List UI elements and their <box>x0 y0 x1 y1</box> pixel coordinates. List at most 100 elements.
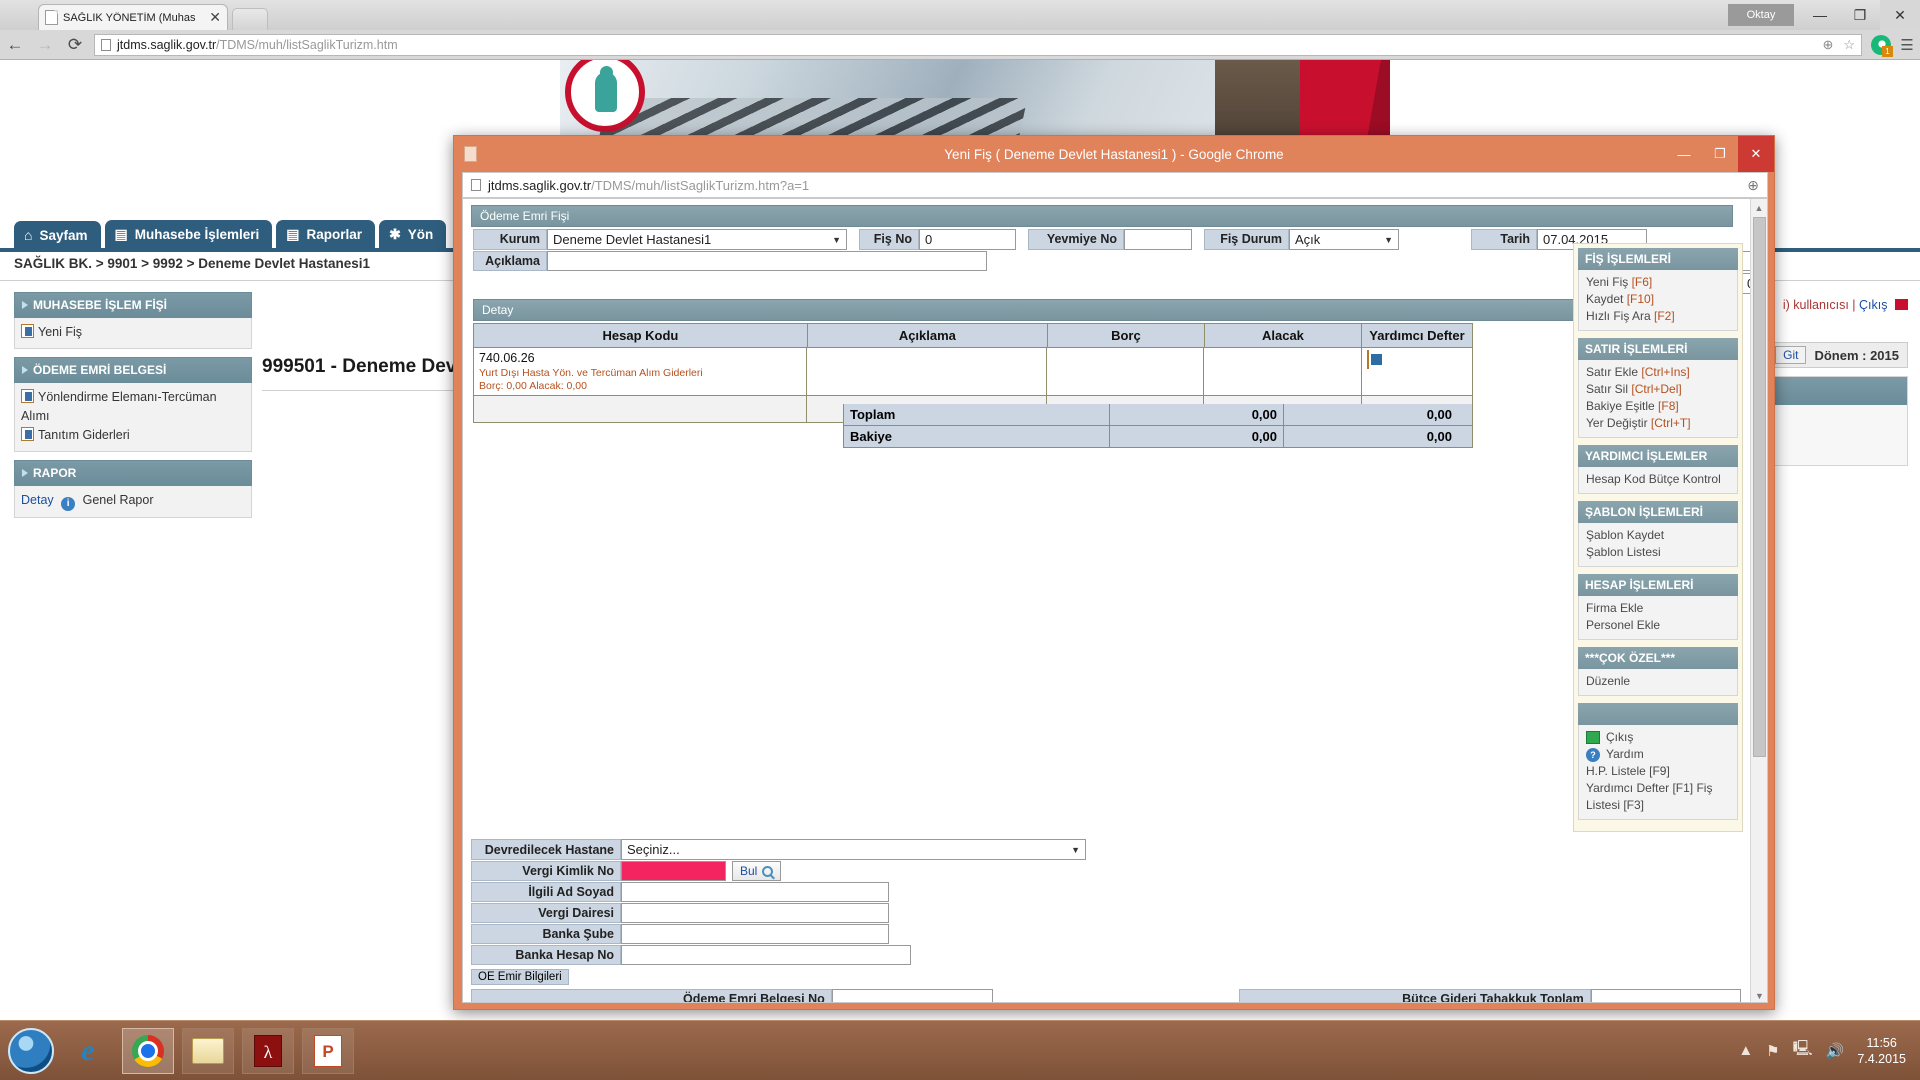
user-profile-button[interactable]: Oktay <box>1728 4 1794 26</box>
nav-tab-yonetim[interactable]: ✱ Yön <box>379 220 447 250</box>
menu-item-satir-ekle[interactable]: Satır Ekle [Ctrl+Ins] <box>1586 364 1730 381</box>
cell-yardimci-defter[interactable] <box>1362 348 1473 395</box>
git-button[interactable]: Git <box>1775 346 1807 364</box>
logout-link[interactable]: Çıkış <box>1859 298 1887 312</box>
ilgili-ad-soyad-input[interactable] <box>621 882 889 902</box>
menu-item-label: Satır Ekle <box>1586 365 1642 379</box>
vergi-dairesi-input[interactable] <box>621 903 889 923</box>
menu-item-kaydet[interactable]: Kaydet [F10] <box>1586 291 1730 308</box>
cell-hesap-kodu[interactable]: 740.06.26 Yurt Dışı Hasta Yön. ve Tercüm… <box>474 348 808 395</box>
cell-borc[interactable] <box>1047 348 1205 395</box>
chrome-menu-icon[interactable]: ☰ <box>1894 36 1920 54</box>
back-icon[interactable]: ← <box>0 35 30 55</box>
aciklama-input[interactable] <box>547 251 987 271</box>
kurum-select[interactable]: Deneme Devlet Hastanesi1 ▼ <box>547 229 847 250</box>
nav-tab-raporlar[interactable]: ▤ Raporlar <box>276 220 376 250</box>
browser-navbar: ← → ⟳ jtdms.saglik.gov.tr/TDMS/muh/listS… <box>0 30 1920 60</box>
minimize-icon[interactable]: — <box>1800 0 1840 30</box>
yevmiye-input[interactable] <box>1124 229 1192 250</box>
chevron-down-icon: ▼ <box>832 234 841 245</box>
menu-item-hesap-kod-butce-kontrol[interactable]: Hesap Kod Bütçe Kontrol <box>1586 471 1730 488</box>
fisno-input[interactable]: 0 <box>919 229 1016 250</box>
popup-scrollbar[interactable]: ▲ ▼ <box>1750 199 1767 1002</box>
table-row[interactable]: 740.06.26 Yurt Dışı Hasta Yön. ve Tercüm… <box>473 348 1473 396</box>
sidebar-item-tanitim-giderleri[interactable]: Tanıtım Giderleri <box>21 426 245 445</box>
menu-item-yer-degistir[interactable]: Yer Değiştir [Ctrl+T] <box>1586 415 1730 432</box>
menu-item-personel-ekle[interactable]: Personel Ekle <box>1586 617 1730 634</box>
popup-page-content: Ödeme Emri Fişi Kurum Deneme Devlet Hast… <box>462 198 1768 1003</box>
info-icon[interactable]: i <box>61 497 76 511</box>
taskbar-item-internet-explorer[interactable]: e <box>62 1028 114 1074</box>
banka-sube-input[interactable] <box>621 924 889 944</box>
sidebar-section-body: Yönlendirme Elemanı-Tercüman Alımı Tanıt… <box>14 383 252 452</box>
sidebar-link-detay[interactable]: Detay <box>21 493 54 507</box>
new-tab-button[interactable] <box>232 8 268 30</box>
nav-tab-muhasebe-islemleri[interactable]: ▤ Muhasebe İşlemleri <box>104 220 273 250</box>
show-hidden-icons-icon[interactable]: ▲ <box>1738 1042 1753 1059</box>
browser-tab[interactable]: SAĞLIK YÖNETİM (Muhas ✕ <box>38 4 228 30</box>
menu-item-cikis[interactable]: Çıkış <box>1586 729 1730 746</box>
page-title: 999501 - Deneme Devle <box>262 356 473 377</box>
taskbar-item-file-explorer[interactable] <box>182 1027 234 1074</box>
menu-item-yeni-fis[interactable]: Yeni Fiş [F6] <box>1586 274 1730 291</box>
butce-gideri-tahakkuk-input[interactable] <box>1590 989 1741 1002</box>
zoom-icon[interactable]: ⊕ <box>1747 177 1759 194</box>
sidebar-item-yonlendirme-elemani[interactable]: Yönlendirme Elemanı-Tercüman Alımı <box>21 388 245 426</box>
menu-item-yardim[interactable]: ? Yardım <box>1586 746 1730 763</box>
menu-item-sablon-kaydet[interactable]: Şablon Kaydet <box>1586 527 1730 544</box>
popup-address-bar[interactable]: jtdms.saglik.gov.tr/TDMS/muh/listSaglikT… <box>462 172 1768 198</box>
menu-item-hizli-fis-ara[interactable]: Hızlı Fiş Ara [F2] <box>1586 308 1730 325</box>
devredilecek-hastane-select[interactable]: Seçiniz... ▼ <box>621 839 1086 860</box>
taskbar-item-powerpoint[interactable]: P <box>302 1027 354 1074</box>
scroll-up-icon[interactable]: ▲ <box>1751 199 1767 216</box>
oe-emir-bilgileri-header: OE Emir Bilgileri <box>471 969 569 985</box>
ledger-edit-icon[interactable] <box>1366 350 1369 369</box>
extension-icon[interactable]: 1 <box>1871 35 1893 57</box>
sidebar-item-genel-rapor[interactable]: Genel Rapor <box>83 493 154 507</box>
start-button[interactable] <box>8 1027 54 1074</box>
forward-icon[interactable]: → <box>30 35 60 55</box>
system-tray: ▲ ⚑ 🖳 🔊 11:56 7.4.2015 <box>1738 1035 1920 1067</box>
display-icon[interactable]: 🖳 <box>1793 1038 1813 1063</box>
menu-section-body-satir: Satır Ekle [Ctrl+Ins] Satır Sil [Ctrl+De… <box>1578 360 1738 438</box>
close-icon[interactable]: ✕ <box>205 9 221 26</box>
taskbar-item-adobe-reader[interactable]: λ <box>242 1027 294 1074</box>
scrollbar-thumb[interactable] <box>1753 217 1766 757</box>
menu-item-satir-sil[interactable]: Satır Sil [Ctrl+Del] <box>1586 381 1730 398</box>
bul-button[interactable]: Bul <box>732 861 782 881</box>
ilgili-ad-soyad-label: İlgili Ad Soyad <box>471 882 621 902</box>
menu-item-hp-listele[interactable]: H.P. Listele [F9] <box>1586 763 1730 780</box>
restore-icon[interactable]: ❐ <box>1840 0 1880 30</box>
fisdurum-select[interactable]: Açık ▼ <box>1289 229 1399 250</box>
scroll-down-icon[interactable]: ▼ <box>1751 987 1767 1002</box>
bookmark-star-icon[interactable]: ☆ <box>1843 37 1855 53</box>
clock[interactable]: 11:56 7.4.2015 <box>1857 1035 1906 1067</box>
cell-aciklama[interactable] <box>807 348 1047 395</box>
ilgili-ad-soyad-row: İlgili Ad Soyad <box>471 882 1741 902</box>
zoom-icon[interactable]: ⊕ <box>1822 37 1833 53</box>
page-icon <box>471 179 481 191</box>
cell-hesap-kodu[interactable] <box>474 396 808 422</box>
vergi-kimlik-no-input[interactable] <box>621 861 726 881</box>
sidebar-item-yeni-fis[interactable]: Yeni Fiş <box>21 323 245 342</box>
hesap-kodu-value: 740.06.26 <box>479 351 535 365</box>
menu-item-label: Satır Sil <box>1586 382 1632 396</box>
menu-item-firma-ekle[interactable]: Firma Ekle <box>1586 600 1730 617</box>
address-bar[interactable]: jtdms.saglik.gov.tr/TDMS/muh/listSaglikT… <box>94 34 1862 56</box>
nav-tab-sayfam[interactable]: ⌂ Sayfam <box>14 221 101 250</box>
sidebar-item-label: Yönlendirme Elemanı-Tercüman Alımı <box>21 390 217 423</box>
banka-hesap-no-input[interactable] <box>621 945 911 965</box>
reload-icon[interactable]: ⟳ <box>60 35 90 55</box>
odeme-emri-belgesi-no-input[interactable] <box>831 989 994 1002</box>
cell-alacak[interactable] <box>1204 348 1362 395</box>
menu-item-bakiye-esitle[interactable]: Bakiye Eşitle [F8] <box>1586 398 1730 415</box>
volume-icon[interactable]: 🔊 <box>1826 1042 1845 1060</box>
popup-title-bar[interactable]: Yeni Fiş ( Deneme Devlet Hastanesi1 ) - … <box>454 136 1774 172</box>
taskbar-item-google-chrome[interactable] <box>122 1027 174 1074</box>
menu-item-sablon-listesi[interactable]: Şablon Listesi <box>1586 544 1730 561</box>
menu-item-yardimci-defter[interactable]: Yardımcı Defter [F1] Fiş Listesi [F3] <box>1586 780 1730 814</box>
vergi-kimlik-no-row: Vergi Kimlik No Bul <box>471 861 1741 881</box>
close-icon[interactable]: ✕ <box>1880 0 1920 30</box>
menu-item-duzenle[interactable]: Düzenle <box>1586 673 1730 690</box>
network-flag-icon[interactable]: ⚑ <box>1766 1042 1779 1060</box>
